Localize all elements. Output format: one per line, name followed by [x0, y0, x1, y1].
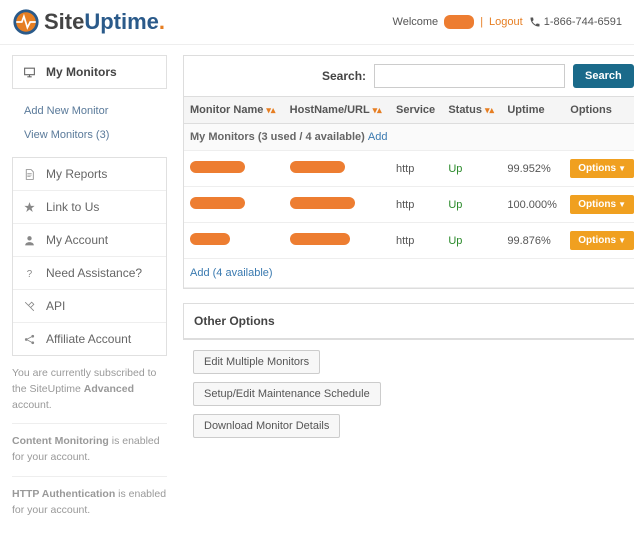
- col-options: Options: [564, 97, 634, 124]
- col-service[interactable]: Service: [390, 97, 442, 124]
- logout-link[interactable]: Logout: [489, 16, 523, 28]
- main-content: Search: Search Monitor Name ▾▴ HostName/…: [183, 55, 634, 528]
- chevron-down-icon: ▼: [618, 236, 626, 245]
- sidebar-label: API: [46, 299, 65, 313]
- monitor-name-redacted: [190, 233, 230, 245]
- separator: |: [480, 16, 483, 28]
- download-details-button[interactable]: Download Monitor Details: [193, 414, 340, 438]
- other-options-panel: Other Options: [183, 303, 634, 340]
- sidebar-label: My Reports: [46, 167, 107, 181]
- col-hostname[interactable]: HostName/URL ▾▴: [284, 97, 390, 124]
- col-status[interactable]: Status ▾▴: [442, 97, 501, 124]
- chevron-down-icon: ▼: [618, 200, 626, 209]
- other-options-body: Edit Multiple Monitors Setup/Edit Mainte…: [183, 340, 634, 448]
- search-row: Search: Search: [184, 56, 634, 97]
- uptime-cell: 100.000%: [501, 187, 564, 223]
- hostname-redacted: [290, 233, 350, 245]
- uptime-cell: 99.876%: [501, 223, 564, 259]
- question-icon: ?: [23, 267, 36, 280]
- content-monitoring-note: Content Monitoring is enabled for your a…: [12, 424, 167, 477]
- hostname-redacted: [290, 161, 345, 173]
- search-button[interactable]: Search: [573, 64, 634, 88]
- welcome-label: Welcome: [393, 16, 439, 28]
- logo-text: SiteUptime.: [44, 9, 165, 35]
- sidebar-label: Need Assistance?: [46, 266, 142, 280]
- search-label: Search:: [322, 69, 366, 83]
- monitors-table: Monitor Name ▾▴ HostName/URL ▾▴ Service …: [184, 97, 634, 288]
- username-redacted: [444, 15, 474, 29]
- monitors-panel: Search: Search Monitor Name ▾▴ HostName/…: [183, 55, 634, 289]
- table-row: http Up 100.000% Options▼: [184, 187, 634, 223]
- sidebar-item-api[interactable]: API: [13, 290, 166, 323]
- svg-text:?: ?: [27, 268, 33, 279]
- sidebar-item-need-assistance[interactable]: ? Need Assistance?: [13, 257, 166, 290]
- phone-icon: [529, 16, 541, 28]
- monitor-icon: [23, 66, 36, 79]
- header: SiteUptime. Welcome | Logout 1-866-744-6…: [0, 0, 634, 45]
- share-icon: [23, 333, 36, 346]
- table-row: http Up 99.876% Options▼: [184, 223, 634, 259]
- status-cell: Up: [442, 187, 501, 223]
- sidebar-view-monitors[interactable]: View Monitors (3): [16, 123, 167, 147]
- edit-multiple-button[interactable]: Edit Multiple Monitors: [193, 350, 320, 374]
- subheader-add-link[interactable]: Add: [368, 131, 388, 143]
- service-cell: http: [390, 187, 442, 223]
- user-icon: [23, 234, 36, 247]
- sidebar: My Monitors Add New Monitor View Monitor…: [12, 55, 167, 528]
- tools-icon: [23, 300, 36, 313]
- service-cell: http: [390, 223, 442, 259]
- service-cell: http: [390, 151, 442, 187]
- sidebar-label: My Monitors: [46, 65, 117, 79]
- star-icon: [23, 201, 36, 214]
- monitor-name-redacted: [190, 161, 245, 173]
- col-monitor-name[interactable]: Monitor Name ▾▴: [184, 97, 284, 124]
- logo-icon: [12, 8, 40, 36]
- sidebar-item-my-account[interactable]: My Account: [13, 224, 166, 257]
- search-input[interactable]: [374, 64, 565, 88]
- table-subheader: My Monitors (3 used / 4 available) Add: [184, 124, 634, 151]
- chevron-down-icon: ▼: [618, 164, 626, 173]
- sidebar-label: My Account: [46, 233, 108, 247]
- maintenance-schedule-button[interactable]: Setup/Edit Maintenance Schedule: [193, 382, 381, 406]
- subscription-note: You are currently subscribed to the Site…: [12, 356, 167, 424]
- sidebar-item-affiliate[interactable]: Affiliate Account: [13, 323, 166, 355]
- logo[interactable]: SiteUptime.: [12, 8, 165, 36]
- add-row: Add (4 available): [184, 259, 634, 288]
- sort-icon: ▾▴: [266, 105, 275, 115]
- sort-icon: ▾▴: [373, 105, 382, 115]
- sidebar-item-my-monitors[interactable]: My Monitors: [13, 56, 166, 88]
- sidebar-label: Link to Us: [46, 200, 99, 214]
- sidebar-label: Affiliate Account: [46, 332, 131, 346]
- other-options-title: Other Options: [184, 304, 634, 339]
- sidebar-item-link-to-us[interactable]: Link to Us: [13, 191, 166, 224]
- phone: 1-866-744-6591: [529, 16, 622, 28]
- col-uptime[interactable]: Uptime: [501, 97, 564, 124]
- sort-icon: ▾▴: [485, 105, 494, 115]
- status-cell: Up: [442, 223, 501, 259]
- monitor-name-redacted: [190, 197, 245, 209]
- options-button[interactable]: Options▼: [570, 159, 634, 178]
- hostname-redacted: [290, 197, 355, 209]
- reports-icon: [23, 168, 36, 181]
- table-row: http Up 99.952% Options▼: [184, 151, 634, 187]
- sidebar-add-new-monitor[interactable]: Add New Monitor: [16, 99, 167, 123]
- uptime-cell: 99.952%: [501, 151, 564, 187]
- status-cell: Up: [442, 151, 501, 187]
- header-right: Welcome | Logout 1-866-744-6591: [393, 15, 622, 29]
- options-button[interactable]: Options▼: [570, 195, 634, 214]
- options-button[interactable]: Options▼: [570, 231, 634, 250]
- sidebar-item-my-reports[interactable]: My Reports: [13, 158, 166, 191]
- add-available-link[interactable]: Add (4 available): [190, 267, 273, 279]
- http-auth-note: HTTP Authentication is enabled for your …: [12, 477, 167, 529]
